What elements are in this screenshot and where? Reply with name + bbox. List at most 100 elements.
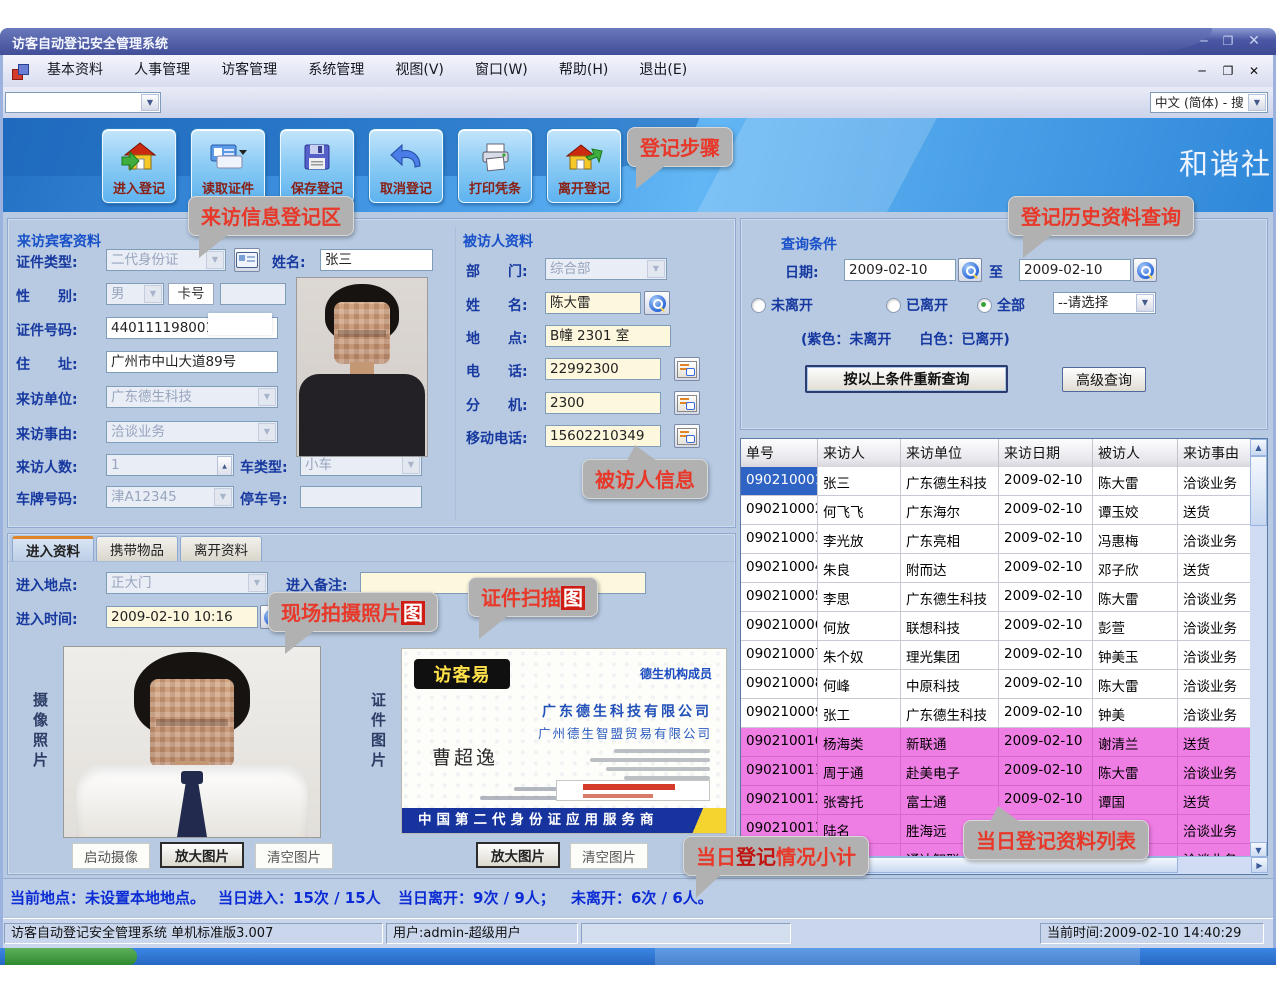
table-cell-date[interactable]: 2009-02-10 (999, 525, 1093, 554)
date-from-picker-button[interactable] (958, 258, 982, 282)
table-cell-reason[interactable]: 洽谈业务 (1178, 525, 1250, 554)
start-button-fragment[interactable] (5, 948, 137, 965)
cancel-register-button[interactable]: 取消登记 (369, 129, 443, 203)
date-to-picker-button[interactable] (1133, 258, 1157, 282)
host-location-input[interactable]: B幢 2301 室 (545, 325, 671, 347)
read-id-card-button[interactable] (234, 248, 260, 272)
department-select[interactable]: 综合部▼ (545, 258, 667, 280)
visit-reason-select[interactable]: 洽谈业务▼ (106, 421, 278, 443)
host-phone-input[interactable]: 22992300 (545, 358, 661, 380)
table-cell-company[interactable]: 广东德生科技 (901, 699, 999, 728)
card-number-input[interactable] (220, 283, 286, 305)
table-cell-id[interactable]: 090210009 (741, 699, 818, 728)
vertical-scrollbar[interactable]: ▲ ▼ (1250, 439, 1267, 859)
radio-left[interactable]: 已离开 (886, 295, 948, 315)
clear-card-button[interactable]: 清空图片 (570, 843, 648, 869)
host-search-button[interactable] (644, 291, 670, 315)
table-cell-visitor[interactable]: 李光放 (818, 525, 901, 554)
table-cell-visitor[interactable]: 何飞飞 (818, 496, 901, 525)
zoom-photo-button[interactable]: 放大图片 (160, 842, 244, 868)
parking-number-input[interactable] (300, 486, 422, 508)
table-cell-id[interactable]: 090210002 (741, 496, 818, 525)
menu-hr[interactable]: 人事管理 (121, 55, 203, 86)
table-cell-company[interactable]: 广东德生科技 (901, 583, 999, 612)
tab-carried-items[interactable]: 携带物品 (96, 536, 178, 561)
scroll-right-icon[interactable]: ▶ (1251, 857, 1268, 873)
table-cell-date[interactable]: 2009-02-10 (999, 583, 1093, 612)
entry-location-select[interactable]: 正大门▼ (106, 572, 268, 594)
table-row[interactable]: 090210008何峰中原科技2009-02-10陈大雷洽谈业务 (741, 670, 1250, 699)
table-cell-visitor[interactable]: 杨海类 (818, 728, 901, 757)
table-cell-visitor[interactable]: 朱个奴 (818, 641, 901, 670)
table-cell-id[interactable]: 090210012 (741, 786, 818, 815)
visitor-name-input[interactable]: 张三 (320, 249, 433, 271)
table-row[interactable]: 090210010杨海类新联通2009-02-10谢清兰送货 (741, 728, 1250, 757)
table-cell-host[interactable]: 陈大雷 (1093, 583, 1178, 612)
table-cell-host[interactable]: 邓子欣 (1093, 554, 1178, 583)
radio-not-left[interactable]: 未离开 (751, 295, 813, 315)
table-cell-host[interactable]: 谭国 (1093, 786, 1178, 815)
spinner-arrows-icon[interactable]: ▲▼ (217, 456, 232, 474)
mdi-minimize-icon[interactable]: ─ (1192, 63, 1212, 79)
table-cell-company[interactable]: 理光集团 (901, 641, 999, 670)
table-cell-company[interactable]: 广东海尔 (901, 496, 999, 525)
table-cell-id[interactable]: 090210004 (741, 554, 818, 583)
table-row[interactable]: 090210005李思广东德生科技2009-02-10陈大雷洽谈业务 (741, 583, 1250, 612)
table-row[interactable]: 090210007朱个奴理光集团2009-02-10钟美玉洽谈业务 (741, 641, 1250, 670)
language-bar[interactable]: 中文 (简体) - 搜 ▼ (1150, 92, 1268, 113)
mdi-restore-icon[interactable]: ❐ (1218, 63, 1238, 79)
table-cell-host[interactable]: 陈大雷 (1093, 467, 1178, 496)
table-cell-visitor[interactable]: 李思 (818, 583, 901, 612)
table-cell-company[interactable]: 广东德生科技 (901, 467, 999, 496)
date-from-input[interactable]: 2009-02-10 (844, 259, 956, 281)
radio-all[interactable]: 全部 (977, 295, 1025, 315)
requery-button[interactable]: 按以上条件重新查询 (805, 365, 1008, 393)
table-cell-date[interactable]: 2009-02-10 (999, 467, 1093, 496)
tab-entry-info[interactable]: 进入资料 (12, 536, 94, 561)
print-receipt-button[interactable]: 打印凭条 (458, 129, 532, 203)
table-cell-host[interactable]: 谭玉姣 (1093, 496, 1178, 525)
table-cell-host[interactable]: 钟美 (1093, 699, 1178, 728)
table-cell-host[interactable]: 陈大雷 (1093, 670, 1178, 699)
table-cell-company[interactable]: 富士通 (901, 786, 999, 815)
table-cell-id[interactable]: 090210006 (741, 612, 818, 641)
gender-select[interactable]: 男▼ (106, 283, 164, 305)
table-cell-visitor[interactable]: 何峰 (818, 670, 901, 699)
visit-company-select[interactable]: 广东德生科技▼ (106, 386, 278, 408)
column-header[interactable]: 被访人 (1093, 439, 1178, 467)
table-cell-host[interactable]: 钟美玉 (1093, 641, 1178, 670)
leave-register-button[interactable]: 离开登记 (547, 129, 621, 203)
table-cell-id[interactable]: 090210003 (741, 525, 818, 554)
mdi-close-icon[interactable]: ✕ (1244, 63, 1264, 79)
enter-register-button[interactable]: 进入登记 (102, 129, 176, 203)
table-cell-id[interactable]: 090210007 (741, 641, 818, 670)
table-cell-reason[interactable]: 送货 (1178, 728, 1250, 757)
table-cell-visitor[interactable]: 张工 (818, 699, 901, 728)
table-cell-visitor[interactable]: 周于通 (818, 757, 901, 786)
filter-select[interactable]: --请选择▼ (1053, 292, 1156, 314)
scroll-thumb[interactable] (1250, 456, 1267, 526)
quick-search-combobox[interactable]: ▼ (5, 92, 161, 113)
tab-leave-info[interactable]: 离开资料 (180, 536, 262, 561)
save-register-button[interactable]: 保存登记 (280, 129, 354, 203)
read-card-button[interactable]: 读取证件 (191, 129, 265, 203)
table-row[interactable]: 090210009张工广东德生科技2009-02-10钟美洽谈业务 (741, 699, 1250, 728)
scroll-up-icon[interactable]: ▲ (1250, 439, 1267, 456)
table-cell-host[interactable]: 陈大雷 (1093, 757, 1178, 786)
address-input[interactable]: 广州市中山大道89号 (106, 351, 278, 373)
chevron-down-icon[interactable]: ▼ (1248, 94, 1266, 111)
table-cell-date[interactable]: 2009-02-10 (999, 641, 1093, 670)
table-cell-reason[interactable]: 洽谈业务 (1178, 612, 1250, 641)
clear-photo-button[interactable]: 清空图片 (255, 843, 333, 869)
menu-view[interactable]: 视图(V) (382, 55, 457, 86)
table-row[interactable]: 090210011周于通赴美电子2009-02-10陈大雷洽谈业务 (741, 757, 1250, 786)
menu-system[interactable]: 系统管理 (295, 55, 377, 86)
table-cell-date[interactable]: 2009-02-10 (999, 670, 1093, 699)
table-cell-id[interactable]: 090210011 (741, 757, 818, 786)
table-cell-company[interactable]: 联想科技 (901, 612, 999, 641)
table-cell-date[interactable]: 2009-02-10 (999, 728, 1093, 757)
table-cell-id[interactable]: 090210010 (741, 728, 818, 757)
table-cell-reason[interactable]: 送货 (1178, 786, 1250, 815)
table-cell-host[interactable]: 谢清兰 (1093, 728, 1178, 757)
column-header[interactable]: 单号 (741, 439, 818, 467)
